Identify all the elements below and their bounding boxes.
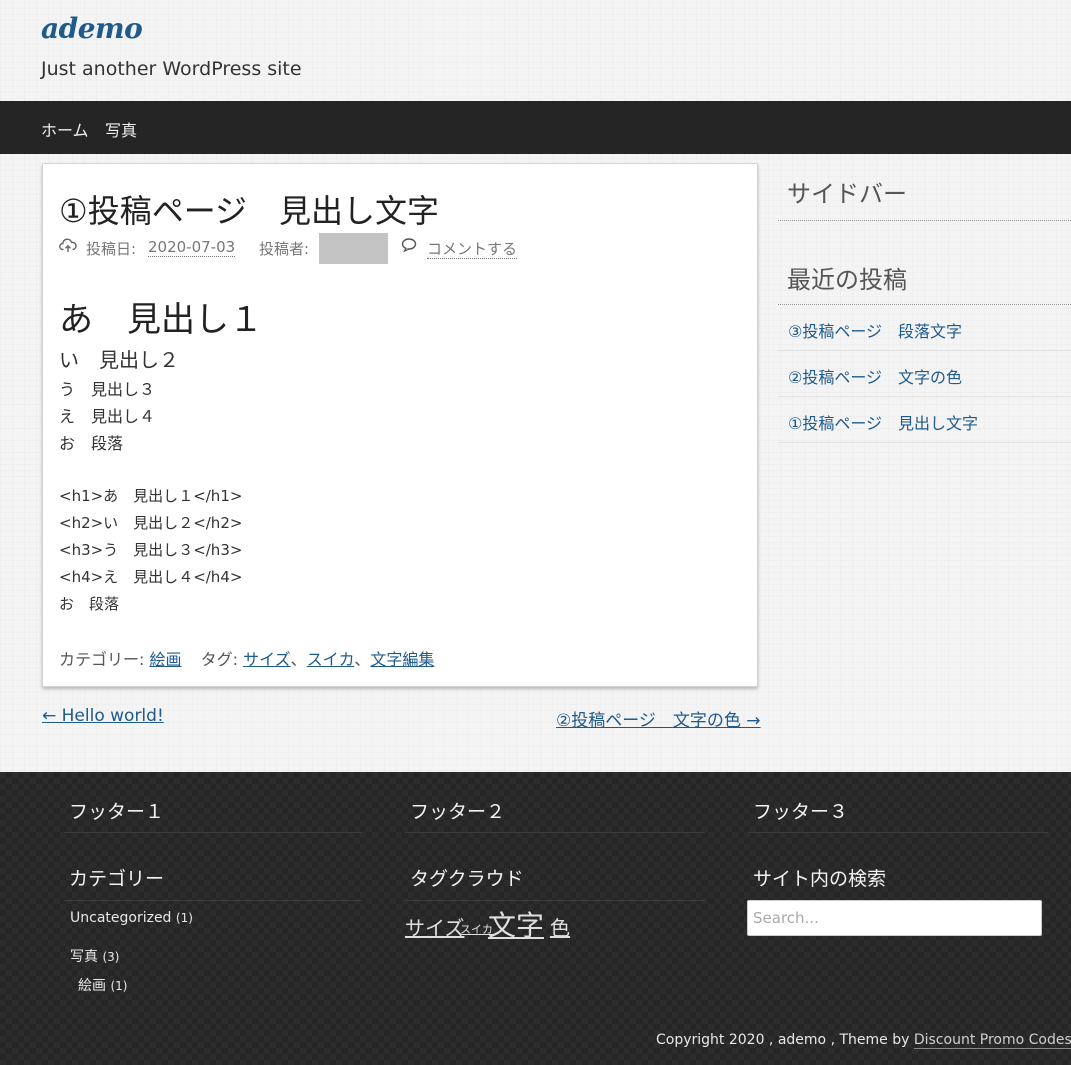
divider	[405, 900, 705, 901]
code-line: <h4>え 見出し４</h4>	[59, 568, 243, 586]
tag-link-text-edit[interactable]: 文字編集	[370, 650, 434, 669]
comment-icon	[401, 237, 417, 257]
nav-item-home[interactable]: ホーム	[41, 117, 89, 141]
code-line: <h3>う 見出し３</h3>	[59, 541, 243, 559]
author-label: 投稿者:	[259, 240, 310, 258]
recent-post-link[interactable]: ③投稿ページ 段落文字	[788, 318, 962, 342]
divider	[64, 900, 362, 901]
code-line: お 段落	[59, 595, 120, 613]
footer-category-item: 写真 (3)	[70, 946, 119, 966]
tag-cloud-text[interactable]: 文字	[488, 904, 544, 944]
comment-link[interactable]: コメントする	[427, 240, 518, 259]
divider	[778, 220, 1071, 221]
footer-1-title: フッター１	[69, 801, 165, 823]
code-line: <h2>い 見出し２</h2>	[59, 514, 243, 532]
sidebar-title: サイドバー	[787, 180, 907, 208]
content-heading-2: い 見出し２	[59, 348, 179, 372]
cloud-upload-icon	[59, 237, 77, 257]
category-label: カテゴリー:	[59, 650, 145, 669]
entry-title: ①投稿ページ 見出し文字	[59, 192, 440, 230]
tag-cloud-color[interactable]: 色	[550, 912, 570, 941]
nav-item-photo[interactable]: 写真	[105, 117, 137, 141]
tag-link-suika[interactable]: スイカ	[307, 650, 355, 669]
copyright-text: Copyright 2020 , ademo , Theme by	[656, 1032, 914, 1048]
site-title-link[interactable]: ademo	[41, 12, 143, 45]
footer-2-title: フッター２	[410, 801, 506, 823]
code-line: <h1>あ 見出し１</h1>	[59, 487, 243, 505]
date-label: 投稿日:	[86, 240, 137, 258]
content-heading-4: え 見出し４	[59, 407, 156, 426]
content-heading-1: あ 見出し１	[59, 300, 263, 340]
recent-post-link[interactable]: ②投稿ページ 文字の色	[788, 364, 962, 388]
theme-credit-link[interactable]: Discount Promo Codes	[913, 1032, 1071, 1049]
tag-label: タグ:	[200, 650, 239, 669]
entry-footer: カテゴリー: 絵画 タグ: サイズ、スイカ、文字編集	[59, 646, 434, 670]
category-count: (3)	[102, 950, 120, 964]
post-date-link[interactable]: 2020-07-03	[148, 238, 236, 257]
list-item: ①投稿ページ 見出し文字	[778, 397, 1071, 443]
category-link-photo[interactable]: 写真	[70, 949, 98, 965]
footer-category-item: Uncategorized (1)	[70, 910, 193, 926]
category-link[interactable]: 絵画	[150, 650, 182, 669]
footer-search-title: サイト内の検索	[753, 868, 887, 890]
main-navigation: ホーム 写真	[0, 101, 1071, 154]
category-link-painting[interactable]: 絵画	[78, 978, 106, 994]
previous-post-link[interactable]: ← Hello world!	[42, 706, 164, 726]
footer-category-item: 絵画 (1)	[78, 975, 127, 995]
recent-posts-title: 最近の投稿	[787, 266, 907, 294]
footer-categories-title: カテゴリー	[69, 868, 165, 890]
category-count: (1)	[110, 979, 128, 993]
content-paragraph: お 段落	[59, 434, 124, 453]
category-link-uncategorized[interactable]: Uncategorized	[70, 910, 171, 926]
author-redacted	[319, 233, 388, 264]
divider	[64, 832, 362, 833]
list-item: ②投稿ページ 文字の色	[778, 351, 1071, 397]
tag-separator: 、	[354, 650, 371, 669]
post-article: ①投稿ページ 見出し文字 投稿日: 2020-07-03 投稿者: コメントする…	[42, 163, 758, 687]
tag-cloud-size[interactable]: サイズ	[405, 912, 464, 941]
next-post-link[interactable]: ②投稿ページ 文字の色 →	[556, 706, 761, 731]
content-heading-3: う 見出し３	[59, 380, 156, 399]
divider	[748, 832, 1048, 833]
site-header: ademo Just another WordPress site	[0, 0, 1071, 101]
entry-meta: 投稿日: 2020-07-03 投稿者: コメントする	[59, 233, 739, 264]
site-footer: フッター１ フッター２ フッター３ カテゴリー タグクラウド サイト内の検索 U…	[0, 772, 1071, 1065]
recent-post-link[interactable]: ①投稿ページ 見出し文字	[788, 410, 978, 434]
site-description: Just another WordPress site	[41, 58, 302, 80]
tag-separator: 、	[290, 650, 307, 669]
divider	[405, 832, 705, 833]
tag-link-size[interactable]: サイズ	[243, 650, 291, 669]
list-item: ③投稿ページ 段落文字	[778, 305, 1071, 351]
copyright: Copyright 2020 , ademo , Theme by Discou…	[656, 1032, 1071, 1049]
footer-3-title: フッター３	[753, 801, 849, 823]
category-count: (1)	[175, 911, 193, 925]
search-input[interactable]	[747, 900, 1042, 936]
footer-tagcloud-title: タグクラウド	[410, 868, 524, 890]
